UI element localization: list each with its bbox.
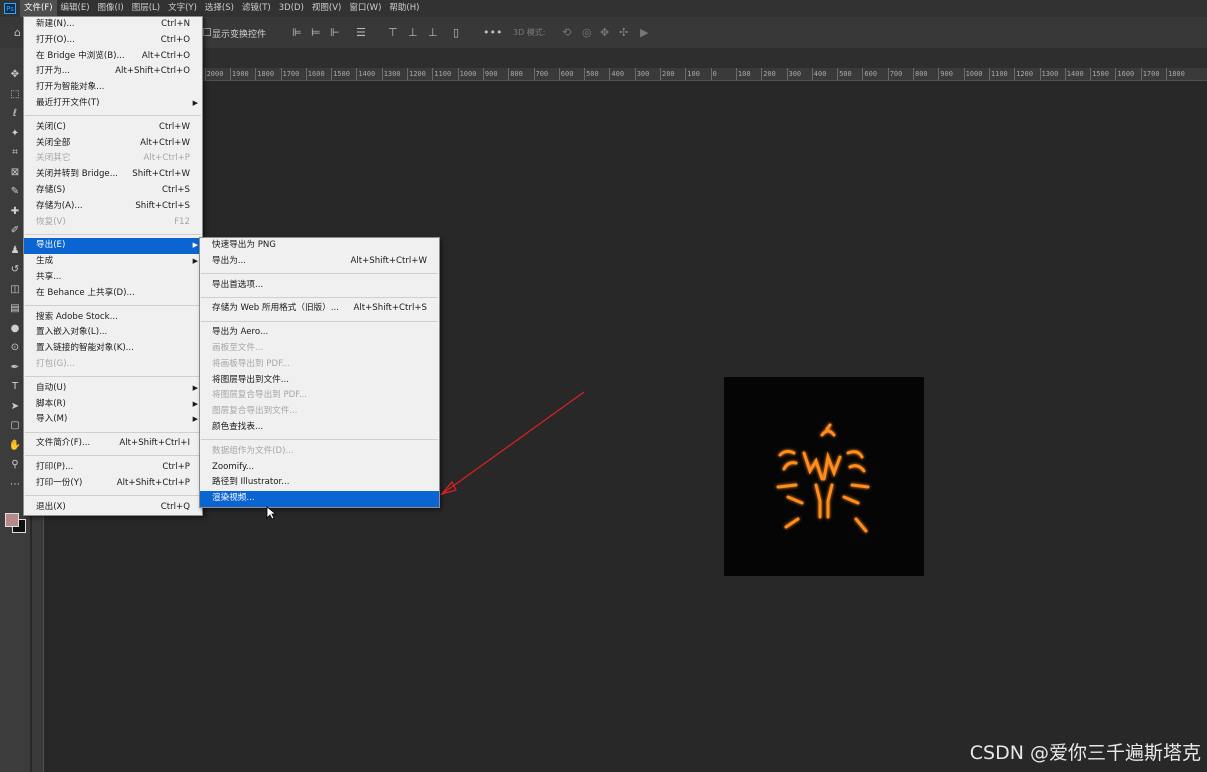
mouse-cursor-icon <box>266 506 276 520</box>
foreground-color-swatch[interactable] <box>5 513 19 527</box>
csdn-watermark: CSDN @爱你三千遍斯塔克 <box>969 742 1201 764</box>
annotation-arrow <box>440 391 585 496</box>
